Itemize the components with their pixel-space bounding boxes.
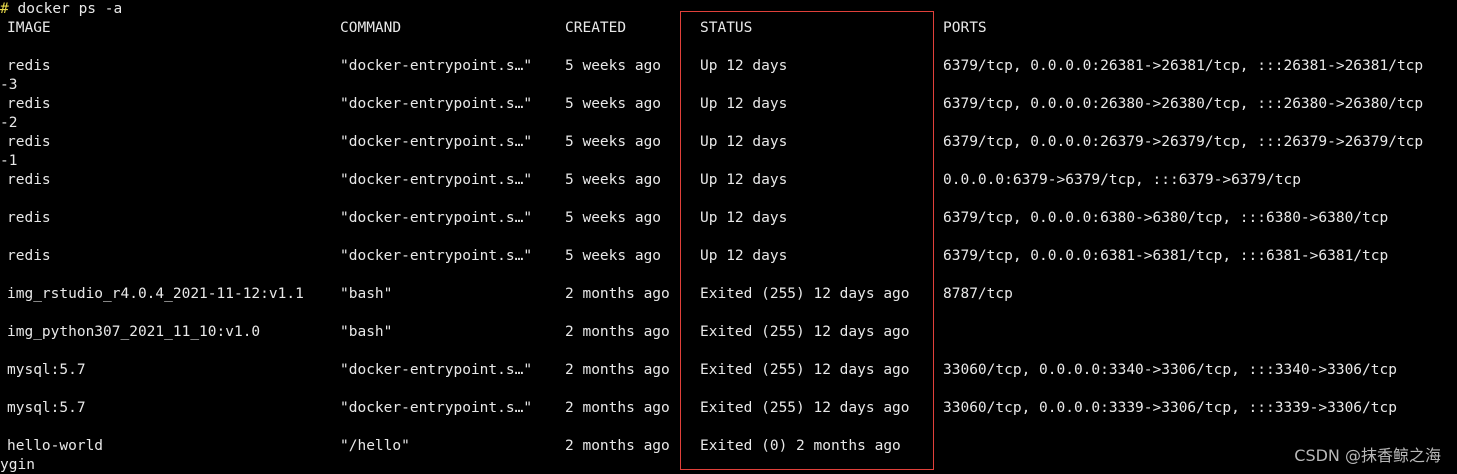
cell-command: "/hello" — [340, 438, 410, 454]
cell-image: redis — [7, 248, 51, 264]
wrapped-line-fragment: ygin — [0, 457, 35, 473]
cell-image: redis — [7, 96, 51, 112]
cell-ports: 33060/tcp, 0.0.0.0:3340->3306/tcp, :::33… — [943, 362, 1397, 378]
cell-image: mysql:5.7 — [7, 362, 86, 378]
cell-image: img_python307_2021_11_10:v1.0 — [7, 324, 261, 340]
cell-image: mysql:5.7 — [7, 400, 86, 416]
cell-created: 2 months ago — [565, 286, 670, 302]
cell-command: "docker-entrypoint.s…" — [340, 400, 533, 416]
wrapped-line-fragment: -2 — [0, 115, 18, 131]
cell-command: "docker-entrypoint.s…" — [340, 362, 533, 378]
cell-command: "docker-entrypoint.s…" — [340, 96, 533, 112]
wrapped-line-fragment: -3 — [0, 77, 18, 93]
command-line: # docker ps -a — [0, 0, 122, 18]
wrapped-line-fragment: -1 — [0, 153, 18, 169]
terminal-window[interactable]: # docker ps -a IMAGE COMMAND CREATED STA… — [0, 0, 1457, 474]
cell-created: 5 weeks ago — [565, 248, 662, 264]
cell-ports: 8787/tcp — [943, 286, 1013, 302]
cell-created: 5 weeks ago — [565, 96, 662, 112]
header-created: CREATED — [565, 20, 627, 36]
cell-command: "docker-entrypoint.s…" — [340, 172, 533, 188]
cell-ports: 6379/tcp, 0.0.0.0:6381->6381/tcp, :::638… — [943, 248, 1389, 264]
cell-command: "docker-entrypoint.s…" — [340, 248, 533, 264]
cell-image: img_rstudio_r4.0.4_2021-11-12:v1.1 — [7, 286, 304, 302]
header-ports: PORTS — [943, 20, 987, 36]
cell-image: redis — [7, 210, 51, 226]
cell-ports: 6379/tcp, 0.0.0.0:6380->6380/tcp, :::638… — [943, 210, 1389, 226]
cell-image: redis — [7, 134, 51, 150]
cell-created: 2 months ago — [565, 438, 670, 454]
cell-ports: 6379/tcp, 0.0.0.0:26380->26380/tcp, :::2… — [943, 96, 1424, 112]
cell-ports: 33060/tcp, 0.0.0.0:3339->3306/tcp, :::33… — [943, 400, 1397, 416]
status-highlight-box — [680, 11, 934, 470]
cell-command: "docker-entrypoint.s…" — [340, 58, 533, 74]
cell-created: 5 weeks ago — [565, 58, 662, 74]
cell-ports: 6379/tcp, 0.0.0.0:26379->26379/tcp, :::2… — [943, 134, 1424, 150]
cell-command: "bash" — [340, 324, 393, 340]
header-image: IMAGE — [7, 20, 51, 36]
cell-created: 5 weeks ago — [565, 172, 662, 188]
command-text: docker ps -a — [8, 1, 123, 17]
cell-created: 5 weeks ago — [565, 210, 662, 226]
cell-ports: 0.0.0.0:6379->6379/tcp, :::6379->6379/tc… — [943, 172, 1301, 188]
cell-created: 2 months ago — [565, 362, 670, 378]
cell-created: 2 months ago — [565, 324, 670, 340]
cell-image: redis — [7, 58, 51, 74]
watermark: CSDN @抹香鲸之海 — [1294, 446, 1441, 465]
cell-image: hello-world — [7, 438, 104, 454]
cell-command: "docker-entrypoint.s…" — [340, 210, 533, 226]
cell-created: 5 weeks ago — [565, 134, 662, 150]
cell-created: 2 months ago — [565, 400, 670, 416]
cell-image: redis — [7, 172, 51, 188]
prompt-symbol: # — [0, 1, 9, 17]
cell-command: "docker-entrypoint.s…" — [340, 134, 533, 150]
cell-ports: 6379/tcp, 0.0.0.0:26381->26381/tcp, :::2… — [943, 58, 1424, 74]
header-command: COMMAND — [340, 20, 402, 36]
cell-command: "bash" — [340, 286, 393, 302]
